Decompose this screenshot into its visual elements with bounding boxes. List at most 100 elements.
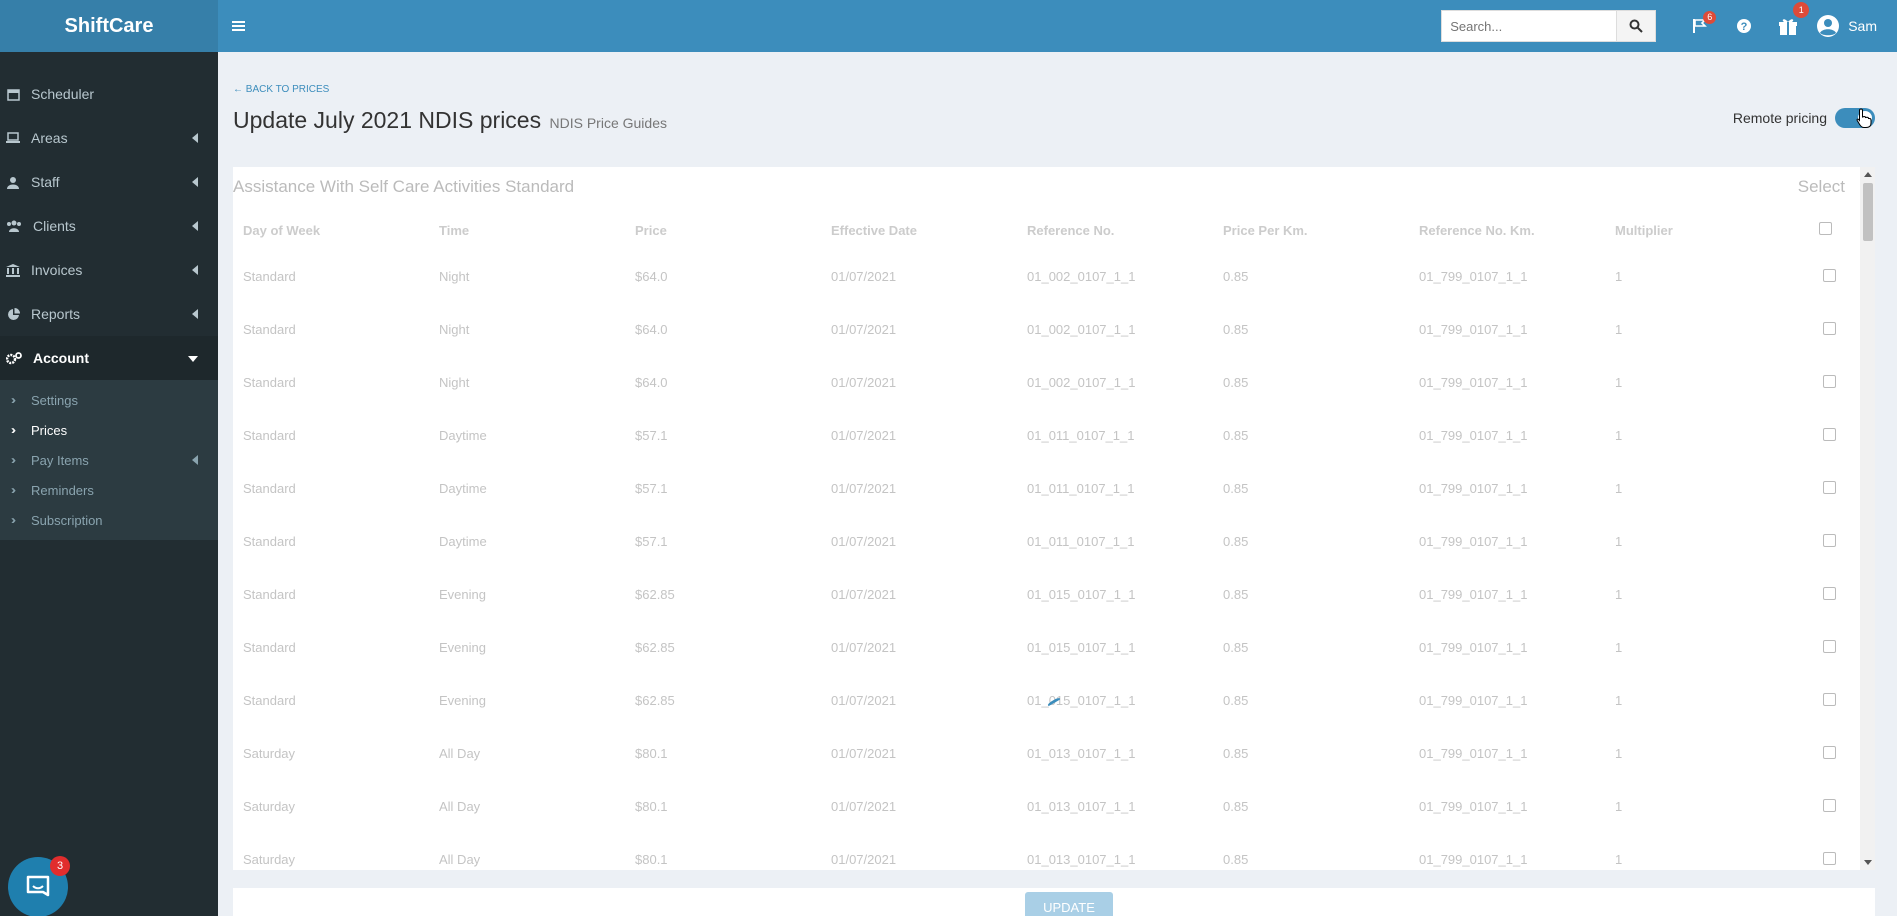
table-cell: 01/07/2021 — [831, 322, 897, 337]
table-cell: 0.85 — [1223, 269, 1249, 284]
scroll-down-icon[interactable] — [1864, 860, 1872, 865]
row-select-checkbox[interactable] — [1823, 851, 1836, 865]
sidebar-item-label: Staff — [31, 174, 60, 190]
row-select-checkbox[interactable] — [1823, 692, 1836, 706]
sidebar-subitem-prices[interactable]: ›› Prices — [0, 415, 218, 445]
table-body: Standard Night $64.0 01/07/2021 01_002_0107_… — [233, 250, 1859, 870]
table-cell: Daytime — [439, 481, 487, 496]
column-header: Price Per Km. — [1223, 222, 1308, 238]
back-to-prices-link[interactable]: ← BACK TO PRICES — [233, 84, 329, 95]
table-cell: Standard — [243, 640, 296, 655]
table-scrollbar[interactable] — [1860, 167, 1875, 870]
row-select-cell — [1783, 674, 1859, 727]
gift-button[interactable]: 1 — [1766, 0, 1810, 52]
table-cell: 01_015_0107_1_1 — [1027, 587, 1136, 602]
table-cell: Standard — [243, 587, 296, 602]
chevron-left-icon — [192, 177, 198, 187]
table-cell: Standard — [243, 693, 296, 708]
table-cell: 01/07/2021 — [831, 799, 897, 814]
help-button[interactable]: ? — [1722, 0, 1766, 52]
table-cell: 0.85 — [1223, 693, 1249, 708]
chat-badge: 3 — [50, 856, 70, 876]
svg-text:?: ? — [1741, 21, 1748, 33]
user-menu[interactable]: Sam — [1816, 14, 1877, 38]
panel-header: Assistance With Self Care Activities Sta… — [233, 167, 1875, 207]
table-cell: $80.1 — [635, 852, 668, 867]
scrollbar-thumb[interactable] — [1863, 183, 1873, 241]
table-cell: 1 — [1615, 269, 1623, 284]
scroll-up-icon[interactable] — [1864, 172, 1872, 177]
table-cell: 01_015_0107_1_1 — [1027, 640, 1136, 655]
row-select-checkbox[interactable] — [1823, 374, 1836, 388]
table-cell: 01_799_0107_1_1 — [1419, 799, 1528, 814]
table-cell: 01_011_0107_1_1 — [1027, 481, 1135, 496]
sidebar-item-areas[interactable]: Areas — [0, 116, 218, 160]
sidebar-item-scheduler[interactable]: Scheduler — [0, 72, 218, 116]
table-row: Saturday All Day $80.1 01/07/2021 01_013_010… — [233, 727, 1859, 780]
sidebar-subitem-settings[interactable]: ›› Settings — [0, 385, 218, 415]
row-select-checkbox[interactable] — [1823, 427, 1836, 441]
search-input[interactable] — [1441, 10, 1618, 42]
table-cell: 0.85 — [1223, 375, 1249, 390]
sidebar-subitem-label: Pay Items — [31, 452, 89, 468]
table-cell: 01/07/2021 — [831, 746, 897, 761]
table-cell: Saturday — [243, 852, 296, 867]
row-select-checkbox[interactable] — [1823, 639, 1836, 653]
sidebar-subitem-reminders[interactable]: ›› Reminders — [0, 475, 218, 505]
question-circle-icon: ? — [1737, 19, 1752, 33]
sidebar-item-label: Scheduler — [31, 86, 95, 102]
table-row: Standard Daytime $57.1 01/07/2021 01_011_010… — [233, 515, 1859, 568]
table-row: Standard Evening $62.85 01/07/2021 01_015_01… — [233, 568, 1859, 621]
navbar-right: 6 ? 1 Sam — [1441, 0, 1897, 52]
row-select-checkbox[interactable] — [1823, 533, 1836, 547]
calendar-icon — [6, 87, 20, 101]
row-select-cell — [1783, 515, 1859, 568]
table-row: Standard Night $64.0 01/07/2021 01_002_0107_… — [233, 303, 1859, 356]
row-select-checkbox[interactable] — [1823, 480, 1836, 494]
table-cell: 01_799_0107_1_1 — [1419, 375, 1528, 390]
search-button[interactable] — [1617, 10, 1657, 42]
row-select-checkbox[interactable] — [1823, 268, 1836, 282]
sidebar-item-staff[interactable]: Staff — [0, 160, 218, 204]
table-cell: Standard — [243, 534, 296, 549]
sidebar-subitem-pay-items[interactable]: ›› Pay Items — [0, 445, 218, 475]
sidebar-item-reports[interactable]: Reports — [0, 292, 218, 336]
remote-pricing-label: Remote pricing — [1732, 110, 1827, 126]
table-cell: 01_799_0107_1_1 — [1419, 693, 1528, 708]
table-cell: 1 — [1615, 693, 1623, 708]
sidebar-subitem-label: Settings — [31, 392, 78, 408]
table-cell: $62.85 — [635, 693, 675, 708]
flag-badge: 6 — [1703, 11, 1717, 24]
table-cell: 1 — [1615, 322, 1623, 337]
sidebar-subitem-subscription[interactable]: ›› Subscription — [0, 505, 218, 535]
table-cell: 01_002_0107_1_1 — [1027, 322, 1136, 337]
row-select-checkbox[interactable] — [1823, 321, 1836, 335]
brand-logo[interactable]: ShiftCare — [0, 0, 218, 52]
sidebar-item-invoices[interactable]: Invoices — [0, 248, 218, 292]
select-all-checkbox[interactable] — [1819, 222, 1832, 235]
table-cell: 01/07/2021 — [831, 852, 897, 867]
sidebar-toggle-button[interactable] — [218, 0, 258, 52]
row-select-checkbox[interactable] — [1823, 745, 1836, 759]
table-cell: Standard — [243, 481, 296, 496]
notifications-flag-button[interactable]: 6 — [1678, 0, 1722, 52]
table-cell: 01/07/2021 — [831, 587, 897, 602]
row-select-cell — [1783, 250, 1859, 303]
table-cell: 01_799_0107_1_1 — [1419, 534, 1528, 549]
table-cell: 01_011_0107_1_1 — [1027, 428, 1135, 443]
sidebar-item-clients[interactable]: Clients — [0, 204, 218, 248]
pie-chart-icon — [6, 307, 20, 321]
table-cell: Evening — [439, 640, 486, 655]
table-cell: 01_799_0107_1_1 — [1419, 322, 1528, 337]
remote-pricing-control: Remote pricing — [1733, 108, 1875, 128]
row-select-checkbox[interactable] — [1823, 586, 1836, 600]
update-button[interactable]: UPDATE — [1025, 892, 1113, 916]
table-cell: 1 — [1615, 852, 1623, 867]
chevron-down-icon — [188, 356, 198, 362]
table-cell: 0.85 — [1223, 322, 1249, 337]
page-subtitle: NDIS Price Guides — [549, 115, 667, 131]
row-select-checkbox[interactable] — [1823, 798, 1836, 812]
table-cell: 01_002_0107_1_1 — [1027, 375, 1136, 390]
chevron-left-icon — [192, 455, 198, 465]
sidebar-item-account[interactable]: Account — [0, 336, 218, 380]
